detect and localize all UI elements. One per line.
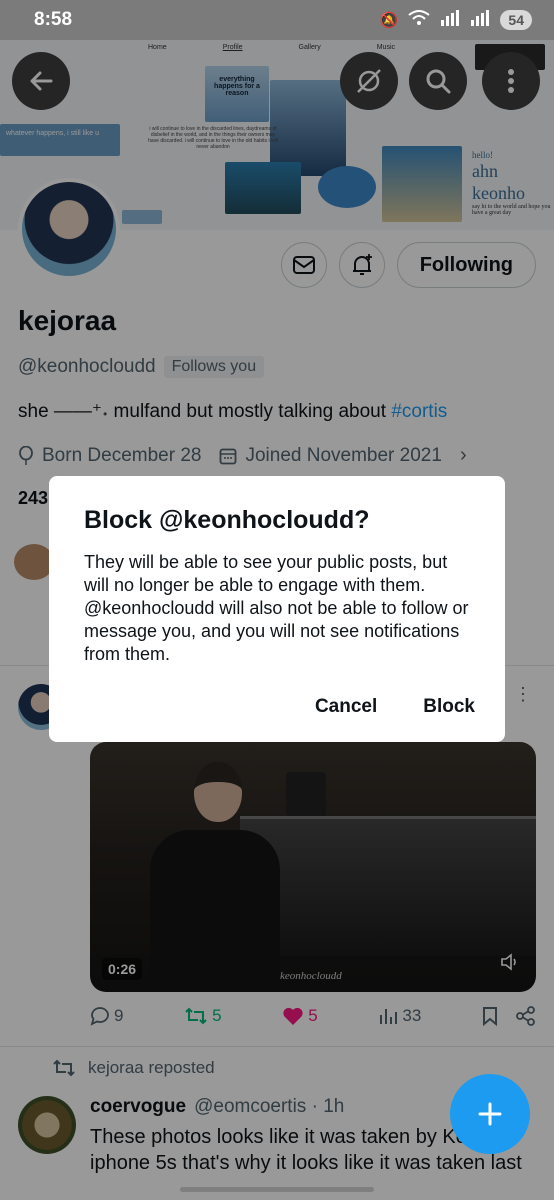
block-button[interactable]: Block: [423, 696, 475, 718]
dialog-body: They will be able to see your public pos…: [84, 552, 469, 664]
status-bar: 8:58 🔕 54: [0, 0, 554, 40]
signal-icon: [440, 10, 460, 30]
plus-icon: [478, 1102, 502, 1126]
status-time: 8:58: [34, 9, 73, 30]
block-dialog: Block @keonhocloudd? They will be able t…: [49, 476, 505, 742]
dialog-actions: Cancel Block: [315, 696, 475, 718]
home-indicator[interactable]: [180, 1187, 374, 1192]
signal-icon-2: [470, 10, 490, 30]
status-icons: 🔕 54: [380, 10, 532, 30]
wifi-icon: [408, 10, 431, 30]
compose-button[interactable]: [450, 1074, 530, 1154]
cancel-button[interactable]: Cancel: [315, 696, 377, 718]
mute-icon: 🔕: [379, 12, 399, 29]
battery-level: 54: [500, 10, 532, 30]
dialog-title: Block @keonhocloudd?: [84, 506, 370, 534]
